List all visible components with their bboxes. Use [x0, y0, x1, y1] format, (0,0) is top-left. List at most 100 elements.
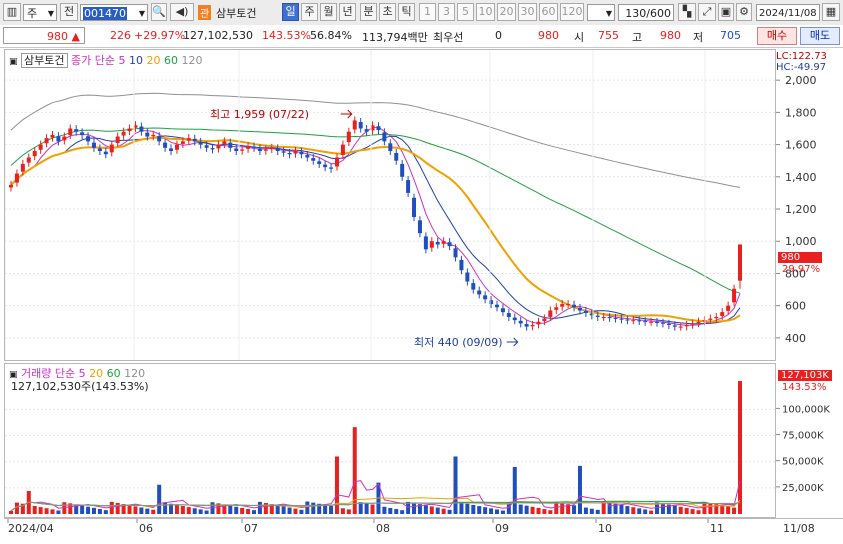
interval-120[interactable]: 120: [560, 3, 584, 21]
low-annotation: 최저 440 (09/09): [414, 336, 503, 349]
volume-bar: [400, 510, 405, 514]
date-value: 2024/11/08: [759, 8, 817, 19]
interval-1[interactable]: 1: [419, 3, 436, 21]
volume-bar: [163, 502, 168, 514]
period-week[interactable]: 주: [301, 3, 318, 21]
candle-body: [352, 120, 357, 130]
volume-bar: [583, 507, 588, 514]
volume-bar: [287, 507, 292, 514]
volume-axis: 25,000K 50,000K 75,000K 100,000K 127,103K 1…: [776, 363, 843, 518]
volume-bar: [32, 505, 37, 514]
volume-bar: [643, 509, 648, 514]
price-tick-label: 1,400: [785, 171, 817, 184]
price-tick-label: 600: [785, 300, 806, 313]
ma-120-label: 120: [181, 54, 203, 67]
candle-body: [346, 131, 351, 143]
candle-body: [364, 129, 369, 132]
candle-body: [91, 142, 96, 148]
interval-3[interactable]: 3: [438, 3, 455, 21]
chart-menu-icon[interactable]: ▥: [3, 3, 21, 21]
price-chart: [5, 50, 775, 360]
candle-body: [536, 321, 541, 325]
volume-bar: [228, 505, 233, 514]
volume-bar: [412, 503, 417, 514]
candle-body: [240, 149, 245, 151]
candle-body: [103, 151, 108, 155]
market-select[interactable]: 주 ▼: [23, 4, 57, 21]
period-second[interactable]: 초: [379, 3, 396, 21]
count-input[interactable]: 130/600: [618, 4, 674, 21]
open-label: 시: [574, 31, 585, 44]
save-icon[interactable]: ▣: [718, 3, 734, 21]
period-month[interactable]: 월: [320, 3, 337, 21]
candle-body: [20, 163, 25, 172]
price-pane[interactable]: ▣ 삼부토건 종가 단순 5 10 20 60 120 최고 1,959 (07…: [4, 49, 776, 361]
volume-bar: [56, 510, 61, 514]
volume-bar: [9, 510, 13, 514]
candle-body: [412, 197, 417, 218]
interval-5[interactable]: 5: [457, 3, 474, 21]
candle-body: [394, 152, 399, 161]
candle-body: [86, 136, 91, 142]
candle-body: [68, 128, 73, 135]
candle-body: [607, 317, 612, 319]
candle-body: [459, 259, 464, 271]
candle-body: [548, 310, 553, 317]
volume-bar: [234, 506, 239, 514]
stock-code-value: 001470: [83, 7, 127, 20]
search-icon[interactable]: 🔍: [151, 3, 167, 21]
x-tick-label: 06: [139, 522, 153, 535]
volume-bar: [720, 505, 725, 514]
candle-body: [566, 304, 571, 306]
candle-body: [423, 236, 428, 250]
candle-body: [595, 315, 600, 317]
candle-body: [726, 305, 731, 311]
candle-body: [572, 304, 577, 308]
stock-name: 삼부토건: [216, 7, 257, 20]
ma-60-label: 60: [163, 54, 178, 67]
interval-custom-input[interactable]: ▼: [587, 4, 615, 21]
chart-type-icon[interactable]: ▚: [678, 3, 696, 21]
volume-bar: [157, 484, 162, 514]
tools-icon[interactable]: ⤢: [698, 3, 716, 21]
sound-icon[interactable]: ◀): [170, 3, 194, 21]
volume-bar: [180, 505, 185, 514]
period-minute[interactable]: 분: [360, 3, 377, 21]
volume-bar: [103, 510, 108, 514]
price-legend: ▣ 삼부토건 종가 단순 5 10 20 60 120: [9, 52, 203, 68]
low-label: 저: [693, 31, 704, 44]
settings-icon[interactable]: ⚙: [736, 3, 752, 21]
candle-body: [613, 317, 618, 319]
stock-code-input[interactable]: 001470 ▼: [80, 4, 148, 21]
candle-body: [678, 326, 683, 328]
volume-bar: [477, 506, 482, 514]
calendar-icon[interactable]: ▦: [822, 3, 840, 21]
legend-box-icon: ▣: [9, 57, 18, 67]
low-arrow-icon: [506, 337, 519, 347]
interval-10[interactable]: 10: [476, 3, 495, 21]
candle-body: [714, 316, 719, 319]
candle-body: [453, 248, 458, 258]
volume-bar: [441, 508, 446, 514]
volume-bar: [572, 505, 577, 514]
vol-ma-5-line: [10, 480, 741, 512]
period-year[interactable]: 년: [339, 3, 356, 21]
volume-pane[interactable]: ▣ 거래량 단순 5 20 60 120 127,102,530주(143.53…: [4, 363, 776, 518]
period-day[interactable]: 일: [282, 3, 299, 21]
volume-bar: [115, 502, 120, 514]
interval-20[interactable]: 20: [497, 3, 516, 21]
sell-button[interactable]: 매도: [800, 27, 840, 45]
x-tick-label: 07: [244, 522, 258, 535]
candle-body: [281, 151, 286, 153]
prefix-button[interactable]: 전: [60, 3, 78, 21]
volume-bar: [732, 507, 737, 514]
interval-60[interactable]: 60: [539, 3, 558, 21]
amount-value: 113,794백만: [362, 31, 428, 44]
volume-bar: [346, 509, 351, 514]
period-tick[interactable]: 틱: [398, 3, 415, 21]
buy-button[interactable]: 매수: [757, 27, 797, 45]
ma-20-label: 20: [146, 54, 161, 67]
candle-body: [483, 295, 488, 300]
interval-30[interactable]: 30: [518, 3, 537, 21]
date-input[interactable]: 2024/11/08: [756, 4, 820, 21]
